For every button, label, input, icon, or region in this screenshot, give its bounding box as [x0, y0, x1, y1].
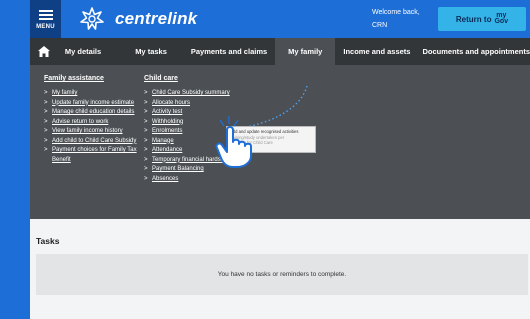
logo-text: centrelink: [115, 9, 198, 28]
return-label: Return to: [455, 14, 492, 24]
hamburger-icon: [38, 8, 53, 22]
tasks-panel: You have no tasks or reminders to comple…: [36, 254, 528, 295]
link-update-family-income-estimate[interactable]: > Update family income estimate: [44, 99, 156, 109]
centrelink-star-icon: [80, 7, 104, 30]
menu-button[interactable]: MENU: [30, 0, 61, 38]
family-assistance-heading: Family assistance: [44, 75, 104, 82]
link-allocate-hours[interactable]: > Allocate hours: [144, 99, 230, 109]
link-add-child-to-ccs[interactable]: > Add child to Child Care Subsidy: [44, 137, 156, 147]
family-assistance-column: Family assistance > My family > Update fam…: [44, 75, 156, 165]
link-manage-child-education-details[interactable]: > Manage child education details: [44, 108, 156, 118]
mygov-gov: Gov: [494, 18, 509, 25]
tasks-empty-message: You have no tasks or reminders to comple…: [217, 271, 347, 278]
menu-label: MENU: [36, 24, 55, 30]
crn-line: CRN: [372, 22, 388, 29]
link-ccs-summary[interactable]: > Child Care Subsidy summary: [144, 89, 230, 99]
mygov-logo: my Gov: [494, 12, 509, 25]
nav-income-and-assets[interactable]: Income and assets: [343, 38, 410, 65]
link-payment-choices-ftb[interactable]: > Payment choices for Family Tax Benefit: [44, 146, 156, 165]
nav-my-family[interactable]: My family: [275, 38, 336, 65]
nav-payments-and-claims[interactable]: Payments and claims: [191, 38, 267, 65]
nav-my-details[interactable]: My details: [65, 38, 101, 65]
blue-frame-left: [0, 0, 30, 319]
child-care-heading: Child care: [144, 75, 178, 82]
house-icon: [38, 46, 51, 57]
nav-my-tasks[interactable]: My tasks: [135, 38, 167, 65]
centrelink-logo[interactable]: centrelink: [79, 6, 197, 32]
home-icon[interactable]: [36, 38, 53, 65]
nav-documents-and-appointments[interactable]: Documents and appointments: [422, 38, 530, 65]
welcome-line: Welcome back,: [372, 9, 420, 16]
link-advise-return-to-work[interactable]: > Advise return to work: [44, 118, 156, 128]
link-absences[interactable]: > Absences: [144, 175, 230, 185]
link-view-family-income-history[interactable]: > View family income history: [44, 127, 156, 137]
tasks-heading: Tasks: [36, 236, 60, 246]
welcome-text: Welcome back, CRN: [372, 6, 420, 32]
link-my-family[interactable]: > My family: [44, 89, 156, 99]
hand-pointer-icon: [215, 116, 252, 168]
return-to-mygov-button[interactable]: Return to my Gov: [438, 7, 526, 31]
header-bar: MENU centrelink Welcome back, CRN Return…: [0, 0, 530, 38]
main-nav: My details My tasks Payments and claims …: [30, 38, 530, 65]
